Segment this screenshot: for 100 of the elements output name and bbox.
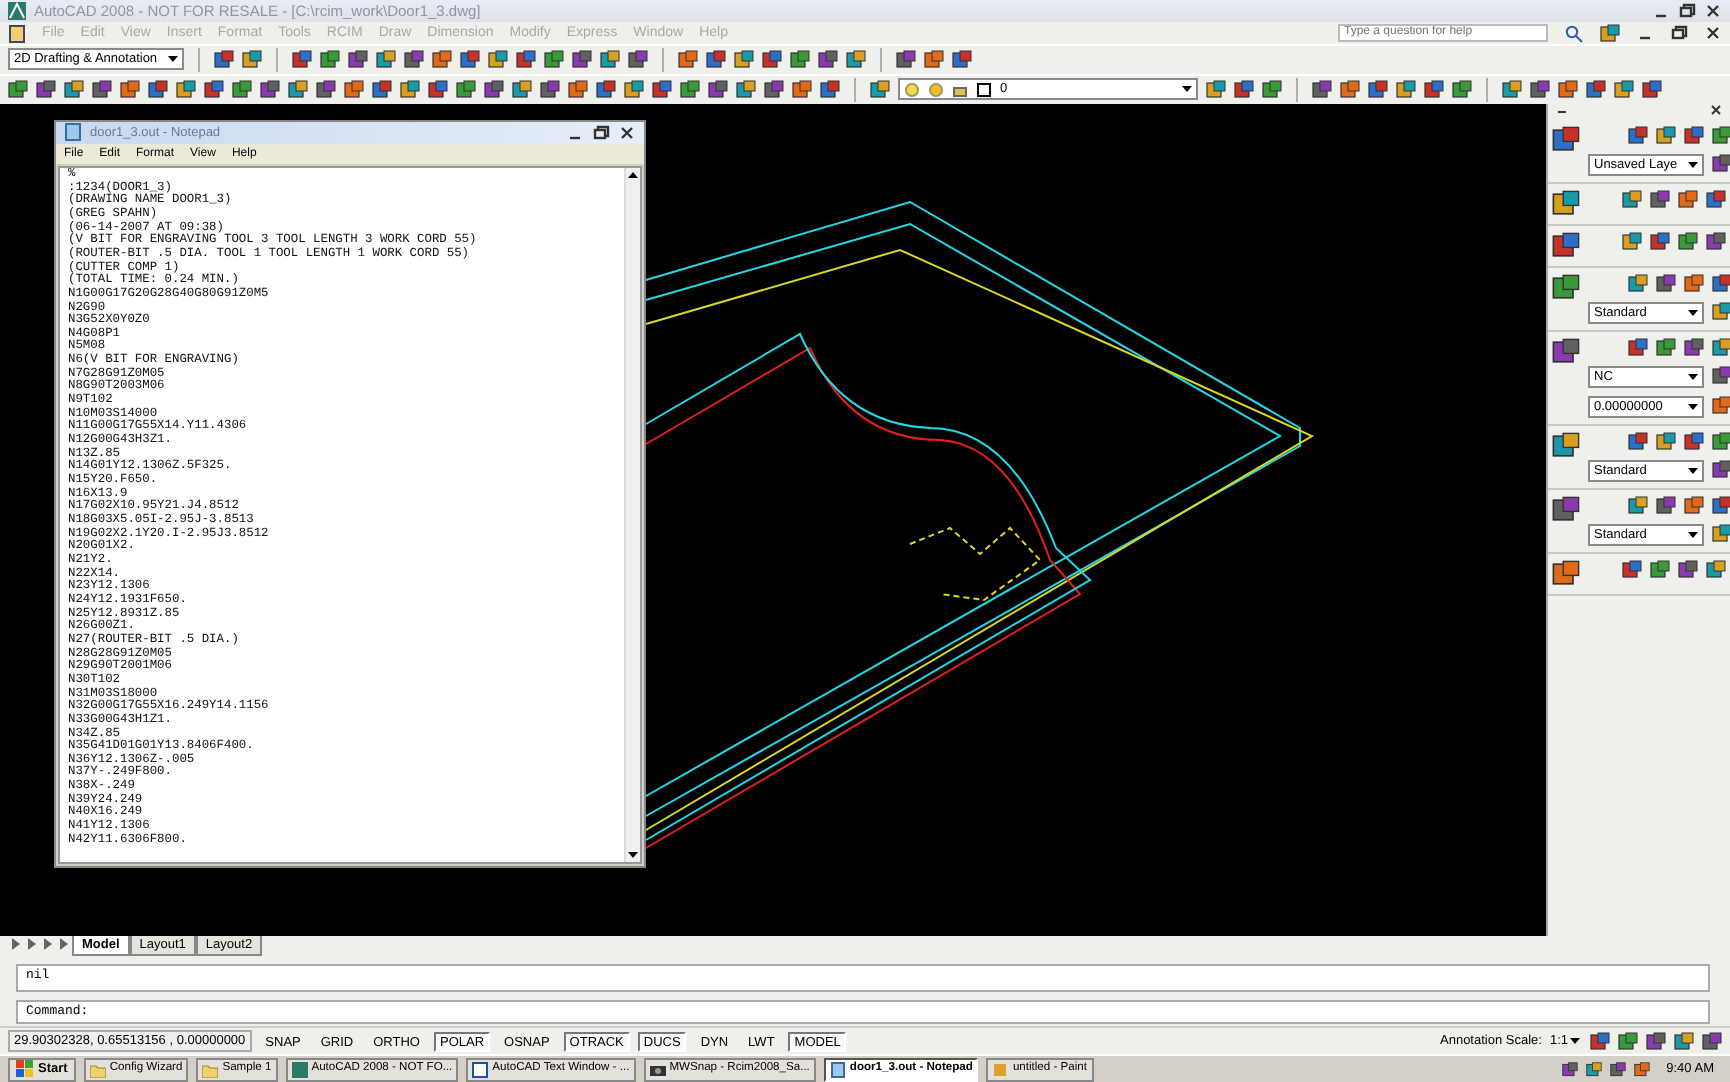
toolbar-icon[interactable] — [870, 79, 890, 100]
toolbar-icon[interactable] — [1706, 559, 1726, 580]
restore-icon[interactable] — [592, 123, 610, 142]
tray-icon[interactable] — [1674, 1031, 1694, 1052]
toolbar-icon[interactable] — [400, 79, 420, 100]
toolbar-icon[interactable] — [1656, 337, 1676, 358]
tray-icon[interactable] — [1618, 1031, 1638, 1052]
tray-icon[interactable] — [1702, 1031, 1722, 1052]
toolbar-icon[interactable] — [1712, 495, 1730, 516]
toolbar-icon[interactable] — [1684, 273, 1704, 294]
toolbar-icon[interactable] — [348, 49, 368, 70]
toolbar-icon[interactable] — [1650, 559, 1670, 580]
scroll-up-icon[interactable] — [626, 167, 640, 182]
toolbar-icon[interactable] — [680, 79, 700, 100]
toolbar-icon[interactable] — [1678, 231, 1698, 252]
toolbar-icon[interactable] — [1684, 431, 1704, 452]
scroll-down-icon[interactable] — [626, 847, 640, 862]
toolbar-icon[interactable] — [1600, 23, 1620, 43]
toolbar-icon[interactable] — [1678, 559, 1698, 580]
toolbar-icon[interactable] — [320, 49, 340, 70]
document-icon[interactable] — [8, 23, 26, 43]
toolbar-icon[interactable] — [1706, 189, 1726, 210]
toolbar-icon[interactable] — [708, 79, 728, 100]
toolbar-icon[interactable] — [1622, 559, 1642, 580]
toolbar-icon[interactable] — [1368, 79, 1388, 100]
panel-icon[interactable] — [1552, 337, 1580, 366]
toolbar-icon[interactable] — [1650, 189, 1670, 210]
toolbar-icon[interactable] — [460, 49, 480, 70]
toolbar-icon[interactable] — [628, 49, 648, 70]
close-icon[interactable] — [1704, 24, 1722, 42]
toolbar-icon[interactable] — [214, 49, 234, 70]
close-icon[interactable] — [618, 123, 636, 142]
toolbar-icon[interactable] — [1628, 431, 1648, 452]
toolbar-icon[interactable] — [204, 79, 224, 100]
toolbar-icon[interactable] — [1712, 337, 1730, 358]
toolbar-icon[interactable] — [706, 49, 726, 70]
toolbar-icon[interactable] — [1628, 273, 1648, 294]
toolbar-icon[interactable] — [484, 79, 504, 100]
toolbar-icon[interactable] — [36, 79, 56, 100]
toolbar-icon[interactable] — [1712, 366, 1730, 387]
toolbar-icon[interactable] — [540, 79, 560, 100]
panel-icon[interactable] — [1552, 559, 1580, 588]
toolbar-icon[interactable] — [488, 49, 508, 70]
toolbar-icon[interactable] — [1656, 125, 1676, 146]
toolbar-icon[interactable] — [1706, 231, 1726, 252]
toolbar-icon[interactable] — [1622, 231, 1642, 252]
toolbar-icon[interactable] — [764, 79, 784, 100]
caret-icon[interactable] — [1686, 463, 1700, 478]
toolbar-icon[interactable] — [736, 79, 756, 100]
toolbar-icon[interactable] — [1656, 273, 1676, 294]
toolbar-icon[interactable] — [1206, 79, 1226, 100]
toolbar-icon[interactable] — [1678, 189, 1698, 210]
toolbar-icon[interactable] — [376, 49, 396, 70]
panel-icon[interactable] — [1552, 125, 1580, 154]
toolbar-icon[interactable] — [1712, 302, 1730, 323]
toolbar-icon[interactable] — [344, 79, 364, 100]
caret-icon[interactable] — [1686, 527, 1700, 542]
toolbar-icon[interactable] — [516, 49, 536, 70]
scrollbar[interactable] — [624, 167, 640, 862]
toolbar-icon[interactable] — [734, 49, 754, 70]
toolbar-icon[interactable] — [64, 79, 84, 100]
toolbar-icon[interactable] — [316, 79, 336, 100]
toolbar-icon[interactable] — [8, 79, 28, 100]
toolbar-icon[interactable] — [428, 79, 448, 100]
panel-icon[interactable] — [1552, 273, 1580, 302]
toolbar-icon[interactable] — [572, 49, 592, 70]
toolbar-icon[interactable] — [762, 49, 782, 70]
toolbar-icon[interactable] — [288, 79, 308, 100]
toolbar-icon[interactable] — [1622, 189, 1642, 210]
toolbar-icon[interactable] — [292, 49, 312, 70]
toolbar-icon[interactable] — [1712, 125, 1730, 146]
toolbar-icon[interactable] — [1712, 524, 1730, 545]
toolbar-icon[interactable] — [846, 49, 866, 70]
toolbar-icon[interactable] — [1650, 231, 1670, 252]
toolbar-icon[interactable] — [92, 79, 112, 100]
toolbar-icon[interactable] — [1340, 79, 1360, 100]
close-icon[interactable] — [1704, 2, 1722, 20]
toolbar-icon[interactable] — [456, 79, 476, 100]
toolbar-icon[interactable] — [952, 49, 972, 70]
toolbar-icon[interactable] — [624, 79, 644, 100]
toolbar-icon[interactable] — [1628, 337, 1648, 358]
toolbar-icon[interactable] — [1586, 79, 1606, 100]
toolbar-icon[interactable] — [820, 79, 840, 100]
toolbar-icon[interactable] — [1712, 460, 1730, 481]
toolbar-icon[interactable] — [1502, 79, 1522, 100]
toolbar-icon[interactable] — [568, 79, 588, 100]
caret-icon[interactable] — [1568, 1034, 1582, 1049]
toolbar-icon[interactable] — [1558, 79, 1578, 100]
toolbar-icon[interactable] — [896, 49, 916, 70]
caret-icon[interactable] — [1686, 157, 1700, 172]
toolbar-icon[interactable] — [372, 79, 392, 100]
toolbar-icon[interactable] — [432, 49, 452, 70]
toolbar-icon[interactable] — [1530, 79, 1550, 100]
toolbar-icon[interactable] — [790, 49, 810, 70]
toolbar-icon[interactable] — [544, 49, 564, 70]
toolbar-icon[interactable] — [1656, 431, 1676, 452]
toolbar-icon[interactable] — [1312, 79, 1332, 100]
toolbar-icon[interactable] — [652, 79, 672, 100]
toolbar-icon[interactable] — [596, 79, 616, 100]
toolbar-icon[interactable] — [1712, 273, 1730, 294]
